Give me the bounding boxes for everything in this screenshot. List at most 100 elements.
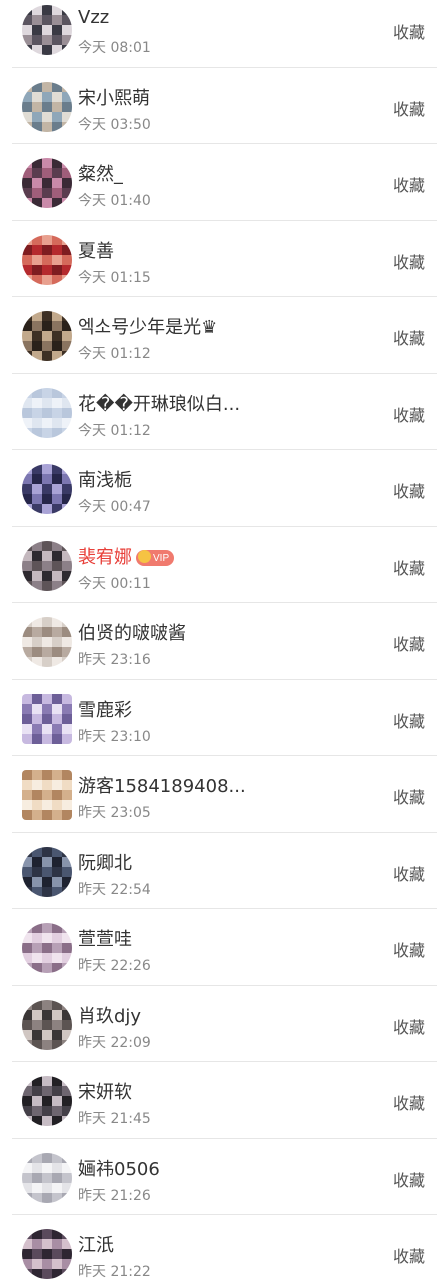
user-name: 南浅栀 (78, 466, 132, 492)
favorite-button[interactable]: 收藏 (393, 555, 425, 579)
timestamp: 昨天 21:26 (78, 1187, 151, 1204)
timestamp: 昨天 22:26 (78, 958, 151, 974)
list-item[interactable]: 萱萱哇昨天 22:26 收藏 (0, 909, 447, 986)
favorite-button[interactable]: 收藏 (393, 1090, 425, 1114)
user-name-text: 宋妍软 (78, 1082, 132, 1103)
user-name-text: 萱萱哇 (78, 929, 132, 950)
user-name-text: 游客1584189408... (78, 776, 246, 797)
follow-list: Vzz 今天 08:01 收藏 宋小熙萌 今天 03:50 收藏 粲然_ 今天 01:40 收藏… (0, 0, 447, 1280)
timestamp: 昨天 22:09 (78, 1034, 151, 1051)
favorite-button[interactable]: 收藏 (393, 1014, 425, 1038)
list-item[interactable]: 粲然_ 今天 01:40 收藏 (0, 144, 447, 221)
user-name-text: 南浅栀 (78, 470, 132, 491)
avatar[interactable] (22, 464, 72, 514)
avatar[interactable] (22, 81, 72, 132)
vip-label: VIP (153, 552, 170, 564)
avatar[interactable] (22, 999, 72, 1050)
timestamp: 昨天 21:22 (78, 1264, 151, 1280)
avatar[interactable] (22, 234, 72, 285)
list-item[interactable]: 游客1584189408... 昨天 23:05 收藏 (0, 756, 447, 833)
avatar[interactable] (22, 1229, 72, 1279)
timestamp: 今天 00:47 (78, 499, 151, 515)
list-item[interactable]: 엑소号少年是光♛ 今天 01:12 收藏 (0, 297, 447, 374)
list-item[interactable]: Vzz 今天 08:01 收藏 (0, 0, 447, 68)
avatar[interactable] (22, 693, 72, 744)
user-name: 엑소号少年是光♛ (78, 313, 217, 339)
user-name-text: 雪鹿彩 (78, 699, 132, 721)
user-name: 宋小熙萌 (78, 84, 150, 110)
crown-icon (138, 549, 151, 563)
avatar[interactable] (22, 923, 72, 973)
user-name: 游客1584189408... (78, 772, 246, 798)
favorite-button[interactable]: 收藏 (393, 96, 425, 120)
user-name: 肖玖djy (78, 1002, 141, 1028)
list-item[interactable]: 宋小熙萌今天 03:50 收藏 (0, 68, 447, 145)
favorite-button[interactable]: 收藏 (393, 937, 425, 961)
favorite-button[interactable]: 收藏 (393, 1243, 425, 1267)
favorite-button[interactable]: 收藏 (393, 172, 425, 196)
user-name-text: 粲然_ (78, 164, 123, 185)
user-name: 江汦 (78, 1231, 114, 1257)
favorite-button[interactable]: 收藏 (393, 1167, 425, 1191)
favorite-button[interactable]: 收藏 (393, 325, 425, 349)
user-name-text: 婳祎0506 (78, 1158, 160, 1180)
avatar[interactable] (22, 1076, 72, 1126)
favorite-button[interactable]: 收藏 (393, 249, 425, 273)
avatar[interactable] (22, 158, 72, 208)
list-item[interactable]: 阮卿北 昨天 22:54 收藏 (0, 833, 447, 910)
list-item[interactable]: 夏善今天 01:15 收藏 (0, 221, 447, 298)
avatar[interactable] (22, 5, 72, 55)
user-name-text: 裴宥娜 (78, 546, 132, 568)
timestamp: 昨天 23:05 (78, 805, 151, 821)
avatar[interactable] (22, 770, 72, 820)
list-item[interactable]: 肖玖djy 昨天 22:09 收藏 (0, 986, 447, 1063)
user-name: 粲然_ (78, 160, 123, 186)
avatar[interactable] (22, 1152, 72, 1203)
timestamp: 今天 01:15 (78, 269, 151, 286)
timestamp: 今天 00:11 (78, 575, 151, 592)
user-name: 雪鹿彩 (78, 696, 132, 722)
list-item[interactable]: 雪鹿彩昨天 23:10 收藏 (0, 680, 447, 757)
list-item[interactable]: 婳祎0506 昨天 21:26 收藏 (0, 1139, 447, 1216)
user-name: 裴宥娜 VIP (78, 543, 175, 569)
favorite-button[interactable]: 收藏 (393, 631, 425, 655)
user-name: 夏善 (78, 237, 114, 263)
user-name: 阮卿北 (78, 849, 132, 875)
list-item[interactable]: 花��开琳琅似白... 今天 01:12 收藏 (0, 374, 447, 451)
avatar[interactable] (22, 311, 72, 361)
favorite-button[interactable]: 收藏 (393, 708, 425, 732)
list-item[interactable]: 伯贤的啵啵酱昨天 23:16 收藏 (0, 603, 447, 680)
favorite-button[interactable]: 收藏 (393, 478, 425, 502)
list-item[interactable]: 裴宥娜 VIP 今天 00:11 收藏 (0, 527, 447, 604)
timestamp: 今天 08:01 (78, 40, 151, 56)
list-item[interactable]: 南浅栀今天 00:47 收藏 (0, 450, 447, 527)
list-item[interactable]: 宋妍软昨天 21:45 收藏 (0, 1062, 447, 1139)
avatar[interactable] (22, 617, 72, 667)
favorite-button[interactable]: 收藏 (393, 784, 425, 808)
user-name-text: 江汦 (78, 1235, 114, 1256)
favorite-button[interactable]: 收藏 (393, 861, 425, 885)
timestamp: 昨天 23:16 (78, 652, 151, 668)
avatar[interactable] (22, 387, 72, 438)
user-name-text: 阮卿北 (78, 852, 132, 874)
user-name: 宋妍软 (78, 1078, 132, 1104)
timestamp: 今天 01:40 (78, 193, 151, 209)
timestamp: 今天 03:50 (78, 116, 151, 133)
user-name-text: 夏善 (78, 240, 114, 262)
favorite-button[interactable]: 收藏 (393, 402, 425, 426)
user-name-text: Vzz (78, 7, 110, 28)
user-name: 婳祎0506 (78, 1155, 160, 1181)
user-name-text: 엑소号少年是光♛ (78, 317, 218, 338)
user-name-text: 伯贤的啵啵酱 (78, 623, 186, 644)
avatar[interactable] (22, 540, 72, 591)
user-name-text: 宋小熙萌 (78, 87, 150, 109)
avatar[interactable] (22, 846, 72, 897)
timestamp: 昨天 21:45 (78, 1111, 151, 1127)
user-name-text: 肖玖djy (78, 1005, 142, 1027)
favorite-button[interactable]: 收藏 (393, 19, 425, 43)
timestamp: 昨天 23:10 (78, 728, 151, 745)
timestamp: 今天 01:12 (78, 346, 151, 362)
list-item[interactable]: 江汦昨天 21:22 收藏 (0, 1215, 447, 1280)
user-name-text: 花��开琳琅似白... (78, 393, 241, 415)
user-name: Vzz (78, 7, 109, 28)
